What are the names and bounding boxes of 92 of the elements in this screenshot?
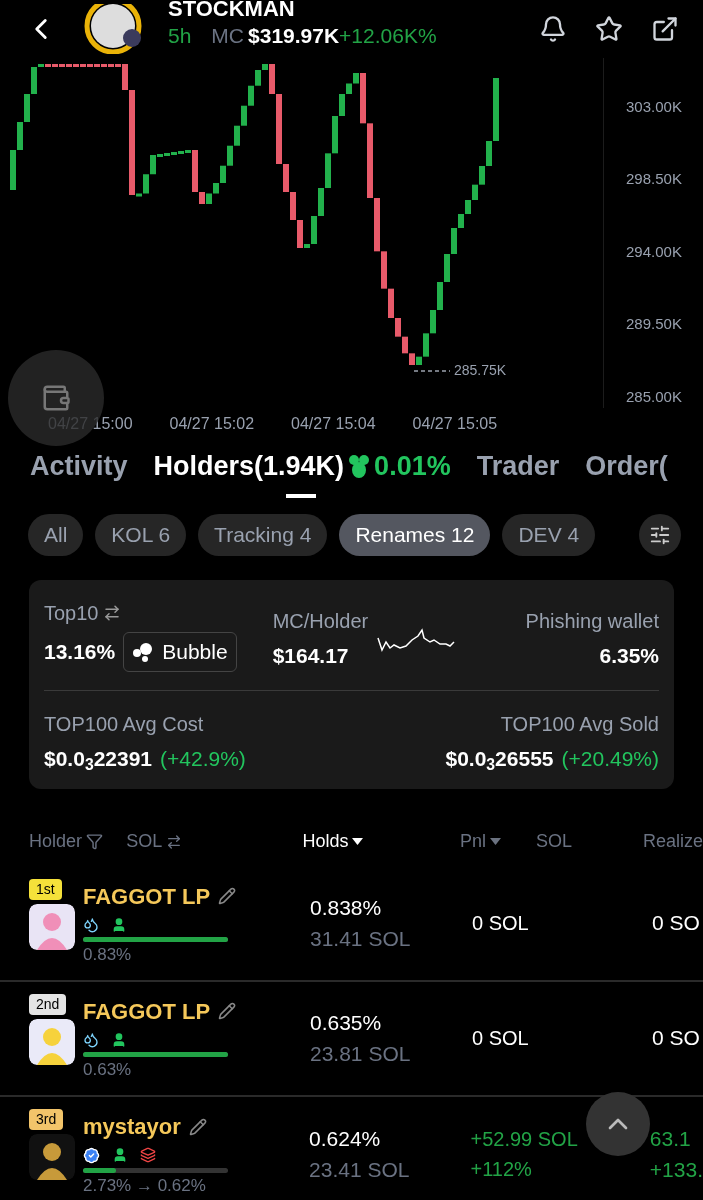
low-price-leader-line xyxy=(414,369,450,372)
token-avatar xyxy=(82,4,144,54)
time-label: 04/27 15:04 xyxy=(291,414,376,434)
phishing-value: 6.35% xyxy=(599,643,659,669)
edit-icon[interactable] xyxy=(188,1117,207,1136)
edit-icon[interactable] xyxy=(218,1002,237,1021)
star-icon[interactable] xyxy=(595,15,623,43)
phishing-label: Phishing wallet xyxy=(525,609,659,634)
convert-icon[interactable] xyxy=(166,833,183,850)
mc-label: MC xyxy=(211,23,245,50)
price-label: 303.00K xyxy=(625,97,683,117)
market-cap-change: +12.06K% xyxy=(339,23,437,50)
filter-chip[interactable]: DEV 4 xyxy=(502,514,596,556)
top10-value: 13.16% xyxy=(44,639,116,666)
avg-cost-label: TOP100 Avg Cost xyxy=(44,712,205,737)
share-icon[interactable] xyxy=(651,15,679,43)
pnl-value: 0 SOL xyxy=(472,1026,529,1051)
price-label: 285.00K xyxy=(625,386,683,407)
column-header[interactable]: Realize xyxy=(642,828,703,855)
top10-label: Top10 xyxy=(44,601,99,626)
person-icon xyxy=(111,1031,127,1048)
pnl-value: +52.99 SOL xyxy=(470,1127,578,1152)
holds-sol: 31.41 SOL xyxy=(310,926,412,952)
holder-share: 0.63% xyxy=(82,1058,133,1081)
droplets-icon xyxy=(83,916,99,933)
verified-icon xyxy=(83,1147,100,1165)
filter-icon[interactable] xyxy=(86,833,104,850)
column-header[interactable]: SOL xyxy=(535,828,572,855)
pnl-value: +112% xyxy=(470,1157,532,1182)
time-label: 04/27 15:05 xyxy=(412,414,498,434)
filter-chip[interactable]: Tracking 4 xyxy=(198,514,328,556)
mc-holder-label: MC/Holder xyxy=(272,609,369,634)
filter-chip[interactable]: KOL 6 xyxy=(95,514,187,556)
avg-sold-change: (+20.49%) xyxy=(561,746,659,772)
sort-caret-icon[interactable] xyxy=(352,838,364,845)
holds-percent: 0.838% xyxy=(310,894,383,921)
avg-sold-label: TOP100 Avg Sold xyxy=(500,712,659,737)
avg-cost-change: (+42.9%) xyxy=(160,746,246,772)
filter-chip[interactable]: All xyxy=(28,514,84,556)
mc-holder-value: $164.17 xyxy=(272,643,350,669)
holder-share: 0.83% xyxy=(82,943,133,966)
holds-percent: 0.624% xyxy=(309,1125,382,1152)
tab[interactable]: Trader xyxy=(476,445,560,498)
low-price-label: 285.75K xyxy=(454,361,507,380)
realized-value: +133. xyxy=(649,1157,703,1183)
rank-badge: 3rd xyxy=(29,1109,64,1131)
realized-value: 63.1 xyxy=(649,1125,692,1152)
token-title: STOCKMAN xyxy=(168,0,296,21)
tab[interactable]: Holders(1.94K) 0.01% xyxy=(153,445,451,498)
realized-value: 0 SO xyxy=(652,910,700,937)
column-header[interactable]: SOL xyxy=(126,828,163,855)
holder-name[interactable]: FAGGOT LP xyxy=(83,994,211,1028)
price-label: 298.50K xyxy=(625,169,683,190)
price-label: 289.50K xyxy=(625,314,683,335)
time-label: 04/27 15:02 xyxy=(169,414,255,434)
person-icon xyxy=(111,916,127,933)
holder-share: 2.73% → 0.62% xyxy=(82,1175,207,1198)
market-cap: $319.97K xyxy=(248,23,340,50)
avatar xyxy=(29,903,75,950)
column-header[interactable]: Holds xyxy=(302,828,349,855)
holds-percent: 0.635% xyxy=(310,1009,383,1036)
bubble-button[interactable]: Bubble xyxy=(123,632,237,672)
rank-badge: 1st xyxy=(29,878,62,900)
notification-icon[interactable] xyxy=(539,15,567,43)
bubbles-icon xyxy=(132,642,155,662)
avg-cost-value: $0.0$_{3}$22391 xyxy=(44,746,153,775)
avatar xyxy=(29,1134,75,1181)
sliders-icon xyxy=(649,524,671,546)
column-header[interactable]: Pnl xyxy=(460,828,487,855)
column-header[interactable]: Holder xyxy=(29,828,83,855)
holder-name[interactable]: FAGGOT LP xyxy=(83,879,211,913)
realized-value: 0 SO xyxy=(652,1025,700,1052)
droplets-icon xyxy=(83,1031,99,1048)
avatar xyxy=(29,1018,75,1065)
person-icon xyxy=(112,1147,128,1165)
price-label: 294.00K xyxy=(625,241,683,262)
edit-icon[interactable] xyxy=(218,887,237,906)
token-age: 5h xyxy=(168,23,192,50)
layers-icon xyxy=(140,1147,156,1165)
tab[interactable]: Activity xyxy=(30,445,128,498)
mouse-icon xyxy=(348,453,371,478)
holder-name[interactable]: mystayor xyxy=(83,1110,181,1144)
avg-sold-value: $0.0$_{3}$26555 xyxy=(445,746,554,775)
holds-sol: 23.81 SOL xyxy=(310,1041,412,1067)
swap-icon[interactable] xyxy=(102,604,121,622)
tab[interactable]: Order( xyxy=(585,445,668,498)
holds-sol: 23.41 SOL xyxy=(309,1157,411,1183)
filter-chip[interactable]: Renames 12 xyxy=(339,514,491,556)
wallet-icon xyxy=(41,383,71,413)
pnl-value: 0 SOL xyxy=(472,911,529,936)
rank-badge: 2nd xyxy=(29,993,67,1015)
settings-button[interactable] xyxy=(639,514,681,556)
